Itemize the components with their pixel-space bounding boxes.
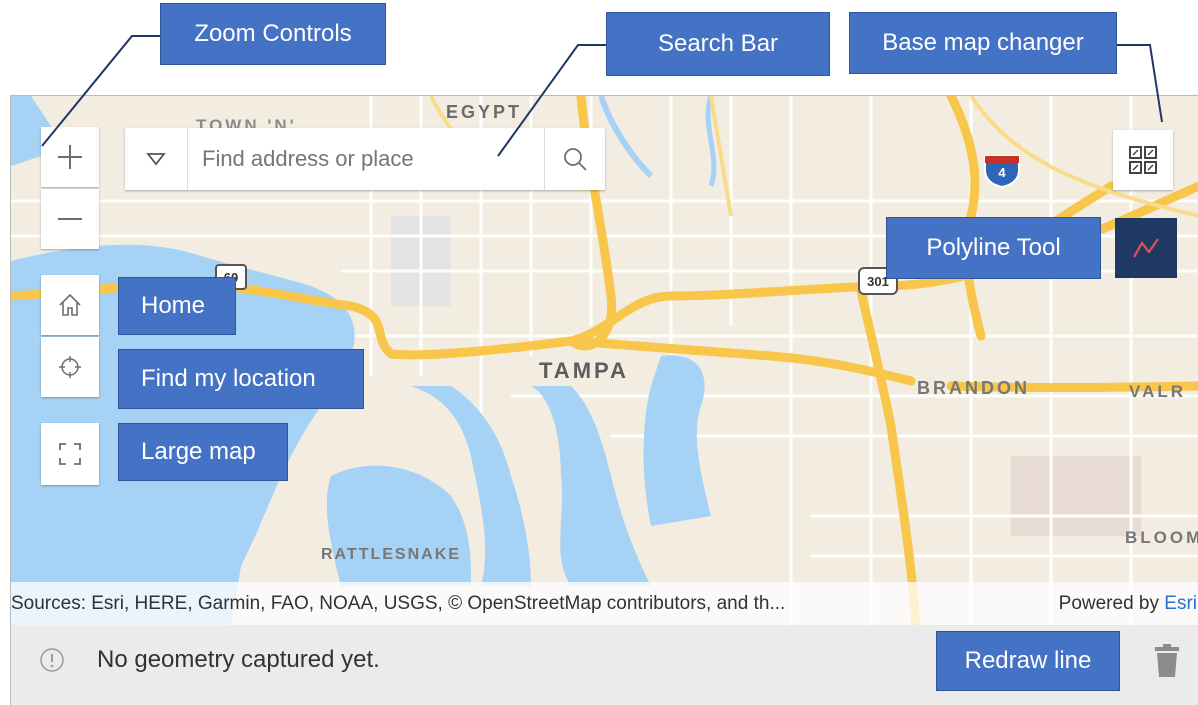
zoom-in-button[interactable] [41, 127, 99, 187]
search-widget [125, 128, 605, 190]
i4-label: 4 [998, 165, 1006, 180]
attribution-sources: Sources: Esri, HERE, Garmin, FAO, NOAA, … [11, 593, 786, 614]
redraw-button[interactable] [1149, 641, 1185, 681]
place-valr: VALR [1129, 382, 1187, 401]
search-button[interactable] [544, 128, 605, 190]
powered-by: Powered by Esri [1059, 582, 1197, 626]
i4-shield: 4 [983, 152, 1021, 189]
expand-icon [59, 443, 81, 465]
polyline-icon [1133, 238, 1159, 258]
callout-home: Home [118, 277, 236, 335]
info-icon [40, 648, 64, 672]
search-source-dropdown[interactable] [125, 128, 188, 190]
minus-icon [58, 218, 82, 220]
place-bloom: BLOOM [1125, 528, 1198, 547]
callout-large-map: Large map [118, 423, 288, 481]
plus-icon [58, 145, 82, 169]
trash-icon [1155, 644, 1179, 677]
chevron-down-icon [146, 153, 166, 166]
callout-basemap-changer: Base map changer [849, 12, 1117, 74]
search-input[interactable] [188, 128, 544, 190]
home-button[interactable] [41, 275, 99, 335]
esri-link[interactable]: Esri [1164, 593, 1197, 614]
zoom-out-button[interactable] [41, 189, 99, 249]
callout-polyline-tool: Polyline Tool [886, 217, 1101, 279]
place-brandon: BRANDON [917, 378, 1030, 398]
search-icon [564, 148, 587, 171]
place-rattlesnake: RATTLESNAKE [321, 546, 461, 563]
callout-zoom-controls: Zoom Controls [160, 3, 386, 65]
callout-find-my-location: Find my location [118, 349, 364, 409]
crosshair-icon [59, 356, 81, 378]
basemap-gallery-button[interactable] [1113, 130, 1173, 190]
home-icon [59, 293, 81, 316]
status-message: No geometry captured yet. [97, 646, 380, 673]
polyline-tool-button[interactable] [1115, 218, 1177, 278]
powered-by-label: Powered by [1058, 593, 1159, 614]
basemap-gallery-icon [1129, 146, 1157, 174]
callout-search-bar: Search Bar [606, 12, 830, 76]
fullscreen-button[interactable] [41, 423, 99, 485]
place-tampa: TAMPA [539, 358, 629, 383]
attribution-bar: Sources: Esri, HERE, Garmin, FAO, NOAA, … [11, 582, 1198, 626]
callout-redraw-line: Redraw line [936, 631, 1120, 691]
locate-button[interactable] [41, 337, 99, 397]
place-egypt: EGYPT [446, 102, 523, 122]
